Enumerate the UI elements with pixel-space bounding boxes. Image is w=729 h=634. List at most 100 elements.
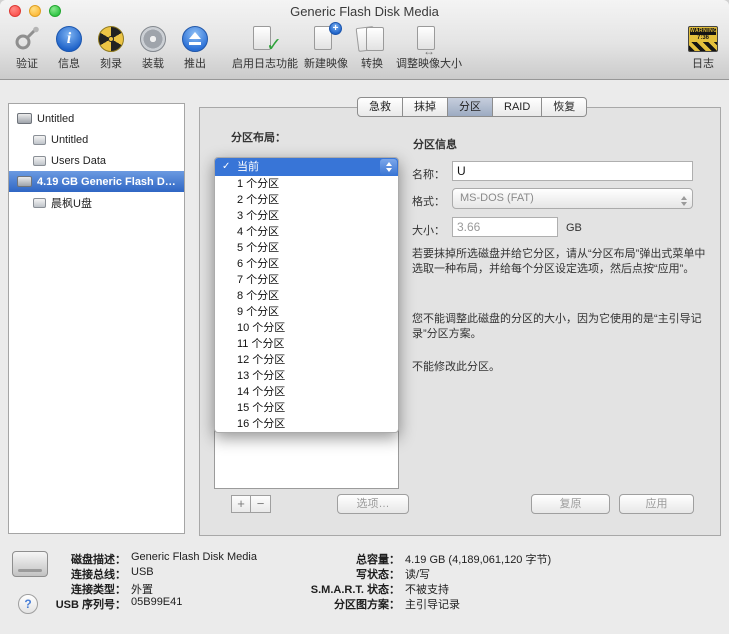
toolbar-eject-label: 推出 [184,55,206,71]
size-input[interactable] [452,217,558,237]
tab-first-aid[interactable]: 急救 [357,97,403,117]
remove-partition-button[interactable]: − [251,495,271,513]
toolbar-verify-label: 验证 [16,55,38,71]
info-glyph: i [56,26,82,52]
name-input[interactable] [452,161,693,181]
menu-item-4-partitions[interactable]: 4 个分区 [215,224,398,240]
menu-item-14-partitions[interactable]: 14 个分区 [215,384,398,400]
disk-description-label: 磁盘描述： [14,551,126,567]
menu-item-5-partitions[interactable]: 5 个分区 [215,240,398,256]
options-button[interactable]: 选项… [337,494,409,514]
toolbar-eject-button[interactable]: 推出 [177,23,213,71]
sidebar-item-generic-flash-disk[interactable]: 4.19 GB Generic Flash D… [9,171,184,192]
tab-erase[interactable]: 抹掉 [403,97,448,117]
partition-scheme-label: 分区图方案： [288,596,400,612]
menu-item-2-partitions[interactable]: 2 个分区 [215,192,398,208]
menu-item-11-partitions[interactable]: 11 个分区 [215,336,398,352]
toolbar-info-label: 信息 [58,55,80,71]
toolbar-journaling-label: 启用日志功能 [232,55,298,71]
menu-item-13-partitions[interactable]: 13 个分区 [215,368,398,384]
disk-icon [17,176,32,187]
disk-utility-window: Generic Flash Disk Media 验证 i 信息 [0,0,729,634]
menu-item-16-partitions[interactable]: 16 个分区 [215,416,398,432]
sidebar-item-label: Users Data [51,155,106,167]
sidebar-item-label: Untitled [37,113,74,125]
popup-stepper-icon [380,159,397,175]
window-header: Generic Flash Disk Media 验证 i 信息 [0,0,729,80]
partition-help-text-3: 不能修改此分区。 [412,360,710,375]
sidebar-item-untitled-disk[interactable]: Untitled [9,108,184,129]
convert-icon [354,23,390,55]
toolbar-new-image-label: 新建映像 [304,55,348,71]
partition-help-text-1: 若要抹掉所选磁盘并给它分区，请从“分区布局”弹出式菜单中选取一种布局，并给每个分… [412,247,710,277]
menu-item-15-partitions[interactable]: 15 个分区 [215,400,398,416]
total-capacity-label: 总容量： [288,551,400,567]
device-sidebar: Untitled Untitled Users Data 4.19 GB Gen… [8,103,185,534]
menu-item-12-partitions[interactable]: 12 个分区 [215,352,398,368]
partition-help-text-2: 您不能调整此磁盘的分区的大小，因为它使用的是“主引导记录”分区方案。 [412,312,710,342]
smart-status-value: 不被支持 [405,581,449,597]
partition-layout-menu: ✓ 当前 1 个分区 2 个分区 3 个分区 4 个分区 5 个分区 6 个分区… [214,157,399,433]
eject-icon [177,23,213,55]
write-status-value: 读/写 [405,566,430,582]
checkmark-icon: ✓ [222,158,230,176]
toolbar-mount-button[interactable]: 装载 [135,23,171,71]
help-button[interactable]: ? [18,594,38,614]
mode-tabs: 急救 抹掉 分区 RAID 恢复 [357,97,587,117]
menu-item-8-partitions[interactable]: 8 个分区 [215,288,398,304]
tab-raid[interactable]: RAID [493,97,542,117]
burn-icon [93,23,129,55]
sidebar-item-chenfeng-usb[interactable]: 晨枫U盘 [9,192,184,213]
volume-icon [33,198,46,208]
toolbar-new-image-button[interactable]: + 新建映像 [304,23,348,71]
sidebar-item-untitled-volume[interactable]: Untitled [9,129,184,150]
toolbar: 验证 i 信息 刻录 装载 推出 [6,22,723,79]
popup-arrows-icon [681,193,687,209]
toolbar-convert-button[interactable]: 转换 [354,23,390,71]
menu-item-3-partitions[interactable]: 3 个分区 [215,208,398,224]
menu-item-current[interactable]: ✓ 当前 [215,158,398,176]
sidebar-item-label: Untitled [51,134,88,146]
connection-bus-value: USB [131,566,154,578]
tab-restore[interactable]: 恢复 [542,97,587,117]
add-partition-button[interactable]: + [231,495,251,513]
connection-type-value: 外置 [131,581,153,597]
toolbar-verify-button[interactable]: 验证 [9,23,45,71]
verify-icon [9,23,45,55]
revert-button[interactable]: 复原 [531,494,610,514]
sidebar-item-label: 晨枫U盘 [51,195,92,211]
connection-bus-label: 连接总线： [14,566,126,582]
format-popup[interactable]: MS-DOS (FAT) [452,188,693,209]
toolbar-info-button[interactable]: i 信息 [51,23,87,71]
partition-scheme-value: 主引导记录 [405,596,460,612]
total-capacity-value: 4.19 GB (4,189,061,120 字节) [405,551,551,567]
menu-item-6-partitions[interactable]: 6 个分区 [215,256,398,272]
partition-layout-label: 分区布局： [231,129,286,145]
toolbar-log-label: 日志 [692,55,714,71]
disk-icon [17,113,32,124]
toolbar-log-button[interactable]: WARNING 7:36 日志 [685,23,721,71]
volume-icon [33,135,46,145]
info-icon: i [51,23,87,55]
size-label: 大小： [395,222,445,238]
disk-description-value: Generic Flash Disk Media [131,551,257,563]
sidebar-item-users-data[interactable]: Users Data [9,150,184,171]
menu-item-10-partitions[interactable]: 10 个分区 [215,320,398,336]
toolbar-burn-label: 刻录 [100,55,122,71]
tab-partition[interactable]: 分区 [448,97,493,117]
toolbar-resize-image-button[interactable]: ↔ 调整映像大小 [396,23,462,71]
name-label: 名称： [395,166,445,182]
apply-button[interactable]: 应用 [619,494,694,514]
mount-icon [135,23,171,55]
format-label: 格式： [395,193,445,209]
toolbar-mount-label: 装载 [142,55,164,71]
menu-item-1-partition[interactable]: 1 个分区 [215,176,398,192]
menu-item-7-partitions[interactable]: 7 个分区 [215,272,398,288]
menu-item-9-partitions[interactable]: 9 个分区 [215,304,398,320]
new-image-icon: + [308,23,344,55]
size-unit-label: GB [566,222,582,234]
partition-info-label: 分区信息 [413,136,457,152]
toolbar-enable-journaling-button[interactable]: ✓ 启用日志功能 [232,23,298,71]
toolbar-burn-button[interactable]: 刻录 [93,23,129,71]
volume-icon [33,156,46,166]
